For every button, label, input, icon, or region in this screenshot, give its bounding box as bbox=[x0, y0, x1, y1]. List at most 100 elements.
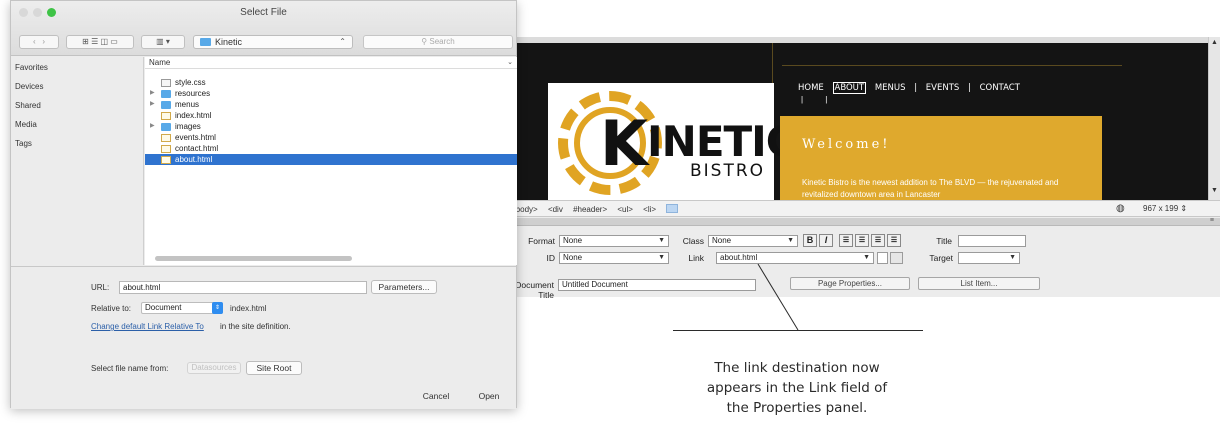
name-column-header[interactable]: Name ⌄ bbox=[145, 57, 517, 69]
tag-div[interactable]: <div bbox=[548, 205, 563, 214]
nav-separator: | bbox=[914, 83, 918, 93]
design-view[interactable]: KINETIC BISTRO HOME ABOUT MENUS | EVENTS… bbox=[510, 43, 1208, 200]
class-select[interactable]: None ▼ bbox=[708, 235, 798, 247]
target-label: Target bbox=[929, 253, 953, 263]
site-navigation: HOME ABOUT MENUS | EVENTS | CONTACT bbox=[798, 82, 1026, 94]
list-item[interactable]: style.css bbox=[145, 77, 517, 88]
search-field[interactable]: ⚲ Search bbox=[363, 35, 513, 49]
window-size[interactable]: 967 x 199 ⇕ bbox=[1143, 204, 1187, 213]
outdent-icon[interactable]: ☰ bbox=[871, 234, 885, 247]
unordered-list-icon[interactable]: ☰ bbox=[839, 234, 853, 247]
site-root-button[interactable]: Site Root bbox=[246, 361, 302, 375]
scroll-up-icon[interactable]: ▲ bbox=[1211, 39, 1218, 46]
disclosure-triangle-icon: ▶ bbox=[150, 101, 155, 107]
welcome-box: Welcome! Kinetic Bistro is the newest ad… bbox=[780, 116, 1102, 200]
parameters-button[interactable]: Parameters... bbox=[371, 280, 437, 294]
relative-to-label: Relative to: bbox=[91, 304, 132, 313]
list-item[interactable]: ▶ menus bbox=[145, 99, 517, 110]
tag-li[interactable]: <li> bbox=[643, 205, 656, 214]
path-popup[interactable]: Kinetic ⌃ bbox=[193, 35, 353, 49]
indent-icon[interactable]: ☰ bbox=[887, 234, 901, 247]
caption-line: appears in the Link field of bbox=[706, 380, 888, 396]
list-item[interactable]: ▶ images bbox=[145, 121, 517, 132]
site-logo: KINETIC BISTRO bbox=[548, 83, 797, 200]
italic-button[interactable]: I bbox=[819, 234, 833, 247]
callout-pointer bbox=[757, 263, 799, 331]
nav-menus[interactable]: MENUS bbox=[875, 83, 906, 93]
sidebar-item-shared[interactable]: Shared bbox=[15, 101, 41, 110]
bold-button[interactable]: B bbox=[803, 234, 817, 247]
dropdown-arrow-icon: ▼ bbox=[658, 254, 665, 261]
document-title-field[interactable]: Untitled Document bbox=[558, 279, 756, 291]
target-select[interactable]: ▼ bbox=[958, 252, 1020, 264]
css-file-icon bbox=[161, 79, 171, 87]
tag-header[interactable]: #header> bbox=[573, 205, 607, 214]
list-item-selected[interactable]: about.html bbox=[145, 154, 517, 165]
folder-icon bbox=[161, 90, 171, 98]
page-properties-button[interactable]: Page Properties... bbox=[790, 277, 910, 290]
horizontal-scrollbar[interactable] bbox=[155, 256, 352, 261]
html-file-icon bbox=[161, 134, 171, 142]
disclosure-triangle-icon: ▶ bbox=[150, 123, 155, 129]
scroll-down-icon[interactable]: ▼ bbox=[1211, 187, 1218, 194]
cancel-button[interactable]: Cancel bbox=[411, 389, 461, 403]
dialog-title: Select File bbox=[240, 7, 287, 18]
html-file-icon bbox=[161, 156, 171, 164]
list-item[interactable]: contact.html bbox=[145, 143, 517, 154]
tag-selector-bar: <body> <div #header> <ul> <li> ◍ 967 x 1… bbox=[510, 200, 1220, 217]
callout-caption: The link destination now appears in the … bbox=[672, 358, 922, 418]
id-select[interactable]: None ▼ bbox=[559, 252, 669, 264]
nav-events[interactable]: EVENTS bbox=[926, 83, 960, 93]
arrange-button[interactable]: ▥ ▾ bbox=[141, 35, 185, 49]
list-item[interactable]: index.html bbox=[145, 110, 517, 121]
nav-contact[interactable]: CONTACT bbox=[980, 83, 1020, 93]
dropdown-arrow-icon: ▼ bbox=[787, 237, 794, 244]
welcome-title: Welcome! bbox=[802, 137, 891, 152]
url-label: URL: bbox=[91, 283, 110, 292]
dropdown-arrow-icon: ▼ bbox=[1009, 254, 1016, 261]
dropdown-arrow-icon: ▼ bbox=[658, 237, 665, 244]
relative-to-select[interactable]: Document ⇕ bbox=[141, 302, 223, 314]
sidebar-item-tags[interactable]: Tags bbox=[15, 139, 32, 148]
point-to-file-icon[interactable] bbox=[877, 252, 888, 264]
back-forward-buttons[interactable]: ‹ › bbox=[19, 35, 59, 49]
properties-panel-header: ≡ bbox=[510, 217, 1220, 226]
disclosure-triangle-icon: ▶ bbox=[150, 90, 155, 96]
chevron-updown-icon: ⌃ bbox=[339, 37, 346, 46]
html-file-icon bbox=[161, 145, 171, 153]
sidebar-item-favorites[interactable]: Favorites bbox=[15, 63, 48, 72]
sidebar-item-media[interactable]: Media bbox=[15, 120, 37, 129]
dropdown-arrow-icon: ▼ bbox=[863, 254, 870, 261]
logo-subtitle: BISTRO bbox=[690, 161, 766, 181]
view-mode-buttons[interactable]: ⊞ ☰ ◫ ▭ bbox=[66, 35, 134, 49]
file-list: Name ⌄ style.css ▶ resources ▶ menus index.… bbox=[145, 57, 517, 265]
list-item[interactable]: events.html bbox=[145, 132, 517, 143]
panel-menu-icon[interactable]: ≡ bbox=[1210, 217, 1214, 224]
nav-about[interactable]: ABOUT bbox=[832, 82, 867, 94]
nav-home[interactable]: HOME bbox=[798, 83, 824, 93]
title-label: Title bbox=[936, 236, 952, 246]
browse-folder-icon[interactable] bbox=[890, 252, 903, 264]
dialog-titlebar: Select File ‹ › ⊞ ☰ ◫ ▭ ▥ ▾ Kinetic ⌃ ⚲ S… bbox=[11, 1, 516, 56]
link-label: Link bbox=[688, 253, 704, 263]
title-field[interactable] bbox=[958, 235, 1026, 247]
caption-line: the Properties panel. bbox=[726, 400, 868, 416]
ordered-list-icon[interactable]: ☰ bbox=[855, 234, 869, 247]
globe-icon[interactable]: ◍ bbox=[1116, 203, 1125, 214]
select-from-label: Select file name from: bbox=[91, 364, 169, 373]
class-label: Class bbox=[682, 236, 704, 246]
list-item-button[interactable]: List Item... bbox=[918, 277, 1040, 290]
list-item[interactable]: ▶ resources bbox=[145, 88, 517, 99]
sort-chevron-icon: ⌄ bbox=[507, 59, 513, 66]
nav-separator: | bbox=[968, 83, 971, 93]
tag-ul[interactable]: <ul> bbox=[617, 205, 633, 214]
sidebar-item-devices[interactable]: Devices bbox=[15, 82, 43, 91]
design-view-scrollbar[interactable]: ▲ ▼ bbox=[1208, 37, 1220, 200]
open-button[interactable]: Open bbox=[466, 389, 512, 403]
tag-a-icon[interactable] bbox=[666, 204, 679, 213]
nav-divider bbox=[782, 65, 1122, 66]
format-select[interactable]: None ▼ bbox=[559, 235, 669, 247]
url-field[interactable]: about.html bbox=[119, 281, 367, 294]
html-file-icon bbox=[161, 112, 171, 120]
change-default-link[interactable]: Change default Link Relative To bbox=[91, 322, 204, 331]
